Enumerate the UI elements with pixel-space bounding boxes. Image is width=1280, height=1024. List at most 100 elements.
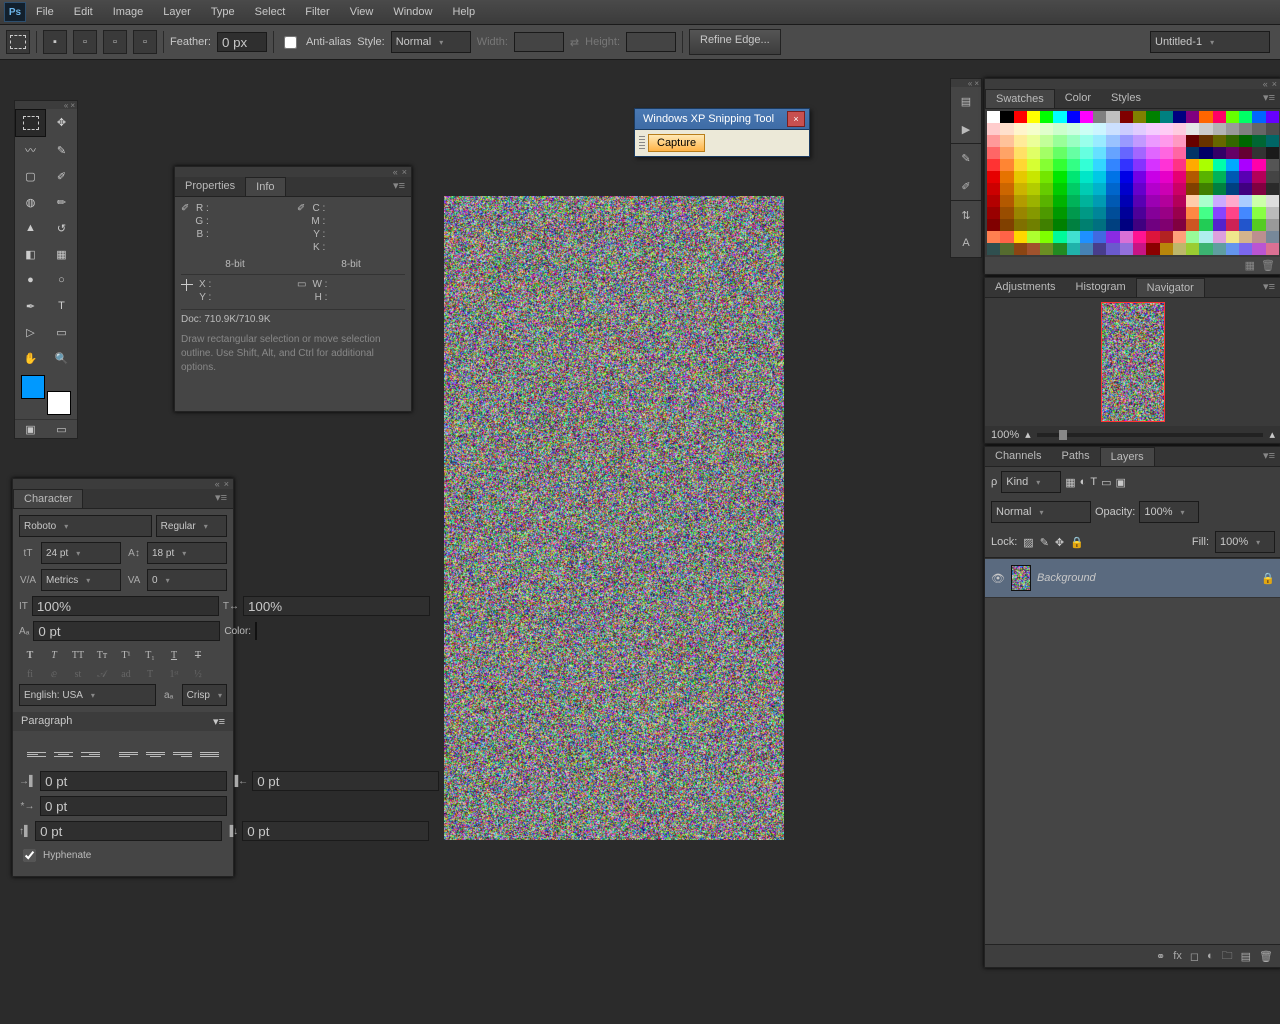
close-button[interactable]: × bbox=[787, 111, 805, 127]
swatch[interactable] bbox=[1120, 159, 1133, 171]
shape-tool[interactable]: ▭ bbox=[46, 319, 77, 345]
swatch[interactable] bbox=[1173, 171, 1186, 183]
swatch[interactable] bbox=[1186, 123, 1199, 135]
swatch[interactable] bbox=[1199, 135, 1212, 147]
path-select-tool[interactable]: ▷ bbox=[15, 319, 46, 345]
swatch[interactable] bbox=[1160, 135, 1173, 147]
swatch[interactable] bbox=[1266, 123, 1279, 135]
swatch[interactable] bbox=[1146, 111, 1159, 123]
menu-view[interactable]: View bbox=[340, 0, 384, 24]
font-family-dropdown[interactable]: Roboto bbox=[19, 515, 152, 537]
hyphenate-checkbox[interactable] bbox=[23, 849, 36, 862]
swatch[interactable] bbox=[1014, 135, 1027, 147]
menu-edit[interactable]: Edit bbox=[64, 0, 103, 24]
swatch[interactable] bbox=[1199, 159, 1212, 171]
swatch[interactable] bbox=[1199, 123, 1212, 135]
swatch[interactable] bbox=[1213, 111, 1226, 123]
background-color[interactable] bbox=[47, 391, 71, 415]
swatch[interactable] bbox=[1133, 135, 1146, 147]
close-icon[interactable]: × bbox=[974, 79, 979, 87]
swatch[interactable] bbox=[987, 147, 1000, 159]
indent-right-input[interactable] bbox=[252, 771, 439, 791]
justify-left-button[interactable] bbox=[117, 743, 140, 765]
dodge-tool[interactable]: ○ bbox=[46, 267, 77, 293]
swatch[interactable] bbox=[1093, 195, 1106, 207]
swatch[interactable] bbox=[1080, 147, 1093, 159]
swatch[interactable] bbox=[1173, 123, 1186, 135]
swatch[interactable] bbox=[1000, 159, 1013, 171]
swatch[interactable] bbox=[1106, 147, 1119, 159]
swatch[interactable] bbox=[1160, 147, 1173, 159]
filter-adjust-icon[interactable]: ◐ bbox=[1080, 476, 1087, 488]
swatch[interactable] bbox=[1186, 195, 1199, 207]
layer-name[interactable]: Background bbox=[1037, 572, 1096, 584]
swatch[interactable] bbox=[1106, 183, 1119, 195]
superscript-button[interactable]: T¹ bbox=[117, 650, 135, 661]
tab-styles[interactable]: Styles bbox=[1101, 89, 1151, 108]
swatch[interactable] bbox=[1213, 183, 1226, 195]
swatch[interactable] bbox=[1213, 147, 1226, 159]
swatch[interactable] bbox=[1000, 135, 1013, 147]
swatch[interactable] bbox=[1080, 159, 1093, 171]
visibility-icon[interactable]: 👁 bbox=[991, 572, 1005, 585]
swatch[interactable] bbox=[1146, 195, 1159, 207]
text-color-swatch[interactable] bbox=[255, 622, 257, 640]
layer-kind-dropdown[interactable]: Kind bbox=[1001, 471, 1061, 493]
swatch[interactable] bbox=[987, 123, 1000, 135]
lock-transparency-icon[interactable]: ▨ bbox=[1023, 536, 1033, 549]
group-icon[interactable]: 🗀 bbox=[1222, 947, 1233, 966]
move-tool[interactable]: ✥ bbox=[46, 109, 77, 135]
tab-adjustments[interactable]: Adjustments bbox=[985, 278, 1066, 297]
swatch[interactable] bbox=[1239, 135, 1252, 147]
brush-panel-icon[interactable]: ✎ bbox=[951, 144, 981, 172]
swatch[interactable] bbox=[1027, 147, 1040, 159]
swatch[interactable] bbox=[1239, 183, 1252, 195]
swatch[interactable] bbox=[1239, 159, 1252, 171]
swatch[interactable] bbox=[1213, 231, 1226, 243]
swatch[interactable] bbox=[1199, 243, 1212, 255]
swatch[interactable] bbox=[1000, 219, 1013, 231]
swatch[interactable] bbox=[987, 159, 1000, 171]
swatch[interactable] bbox=[1093, 135, 1106, 147]
swatch[interactable] bbox=[1146, 147, 1159, 159]
swatch[interactable] bbox=[1040, 195, 1053, 207]
flyout-icon[interactable]: ▾≡ bbox=[209, 489, 233, 508]
link-layers-icon[interactable]: ⚭ bbox=[1156, 950, 1165, 963]
layer-fx-icon[interactable]: fx bbox=[1173, 950, 1182, 962]
document-dropdown[interactable]: Untitled-1 bbox=[1150, 31, 1270, 53]
selection-subtract-icon[interactable]: ▫ bbox=[103, 30, 127, 54]
swatch[interactable] bbox=[1027, 159, 1040, 171]
baseline-input[interactable] bbox=[33, 621, 220, 641]
swatch[interactable] bbox=[1160, 159, 1173, 171]
zoom-in-icon[interactable]: ▴ bbox=[1269, 428, 1275, 441]
swatch[interactable] bbox=[1226, 111, 1239, 123]
smallcaps-button[interactable]: Tᴛ bbox=[93, 650, 111, 661]
swatch[interactable] bbox=[1252, 159, 1265, 171]
new-layer-icon[interactable]: ▤ bbox=[1241, 950, 1251, 963]
lock-all-icon[interactable]: 🔒 bbox=[1070, 536, 1084, 549]
lock-pixels-icon[interactable]: ✎ bbox=[1040, 536, 1049, 549]
swatch[interactable] bbox=[1160, 219, 1173, 231]
clone-source-icon[interactable]: ⇅ bbox=[951, 201, 981, 229]
swatch[interactable] bbox=[1252, 171, 1265, 183]
space-after-input[interactable] bbox=[242, 821, 429, 841]
swatch[interactable] bbox=[1213, 159, 1226, 171]
delete-layer-icon[interactable]: 🗑 bbox=[1259, 950, 1273, 963]
swatch[interactable] bbox=[1106, 231, 1119, 243]
swatch[interactable] bbox=[1000, 207, 1013, 219]
swatch[interactable] bbox=[1160, 171, 1173, 183]
swatch[interactable] bbox=[1146, 231, 1159, 243]
swatch[interactable] bbox=[1252, 135, 1265, 147]
swatch[interactable] bbox=[1252, 111, 1265, 123]
swatch[interactable] bbox=[1040, 111, 1053, 123]
swatch[interactable] bbox=[1186, 171, 1199, 183]
swatch[interactable] bbox=[1053, 123, 1066, 135]
swatch[interactable] bbox=[1093, 231, 1106, 243]
swatch[interactable] bbox=[1080, 243, 1093, 255]
swatch[interactable] bbox=[1173, 243, 1186, 255]
swatch[interactable] bbox=[1053, 135, 1066, 147]
vscale-input[interactable] bbox=[32, 596, 219, 616]
zoom-out-icon[interactable]: ▴ bbox=[1025, 428, 1031, 441]
swatch[interactable] bbox=[1040, 159, 1053, 171]
swatch[interactable] bbox=[1000, 183, 1013, 195]
